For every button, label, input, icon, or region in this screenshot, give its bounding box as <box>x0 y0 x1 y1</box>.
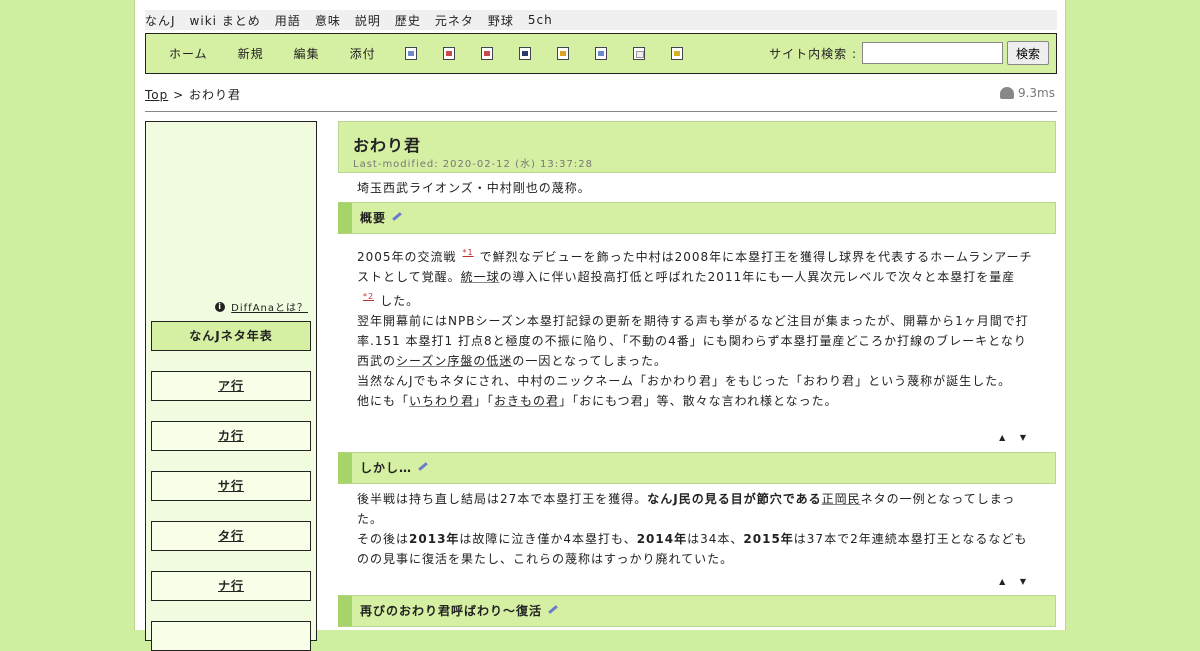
sidebar-item-label: カ行 <box>217 429 244 443</box>
sidebar-item-nenpyo[interactable]: なんJネタ年表 <box>151 321 311 351</box>
sidebar-item-label: ナ行 <box>217 579 244 593</box>
topnav-link-yakyu[interactable]: 野球 <box>488 12 514 29</box>
freeze-icon[interactable] <box>556 47 569 60</box>
text: 」「おにもつ君」等、散々な言われ様となった。 <box>559 394 838 408</box>
delete-icon[interactable] <box>480 47 493 60</box>
seiko-min-link[interactable]: 正岡民 <box>822 492 861 506</box>
section-heading-label: 概要 <box>360 211 387 225</box>
divider <box>145 111 1057 112</box>
top-nav: なんJ wiki まとめ 用語 意味 説明 歴史 元ネタ 野球 5ch <box>145 10 1057 30</box>
sidebar-item-label: ア行 <box>217 379 244 393</box>
diffana-link[interactable]: i DiffAnaとは？ <box>215 299 308 314</box>
ichiwari-link[interactable]: いちわり君 <box>409 394 474 408</box>
overview-paragraph: 2005年の交流戦 *1 で鮮烈なデビューを飾った中村は2008年に本塁打王を獲得し… <box>357 243 1037 411</box>
intro-text: 埼玉西武ライオンズ・中村剛也の蔑称。 <box>357 181 591 195</box>
new-page-icon[interactable] <box>404 47 417 60</box>
toolbar: ホーム 新規 編集 添付 サイト内検索 : 検索 <box>145 33 1057 74</box>
breadcrumb-separator: > <box>173 88 185 102</box>
topnav-link-nanj[interactable]: なんJ <box>145 12 176 29</box>
page-container: なんJ wiki まとめ 用語 意味 説明 歴史 元ネタ 野球 5ch ホーム … <box>134 0 1066 651</box>
section-heading-overview: 概要 <box>338 202 1056 234</box>
section-heading-label: しかし… <box>360 461 413 475</box>
text: した。 <box>380 294 420 308</box>
text: 当然なんJでもネタにされ、中村のニックネーム「おかわり君」をもじった「おわり君」… <box>357 374 1012 388</box>
topnav-link-setsumei[interactable]: 説明 <box>355 12 381 29</box>
search-label: サイト内検索 : <box>769 46 857 61</box>
bold-text: なんJ民の見る目が節穴である <box>647 492 822 506</box>
help-icon[interactable] <box>670 47 683 60</box>
text: その後は <box>357 532 410 546</box>
topnav-link-imi[interactable]: 意味 <box>315 12 341 29</box>
copy-icon[interactable] <box>594 47 607 60</box>
topnav-link-5ch[interactable]: 5ch <box>528 13 553 27</box>
home-link[interactable]: ホーム <box>169 45 208 62</box>
toitsu-kyu-link[interactable]: 統一球 <box>461 270 500 284</box>
breadcrumb: Top > おわり君 <box>145 86 241 103</box>
okimono-link[interactable]: おきもの君 <box>494 394 559 408</box>
sidebar-item-label: タ行 <box>217 529 244 543</box>
edit-pencil-icon[interactable] <box>548 605 558 614</box>
sidebar-item-sa-gyo[interactable]: サ行 <box>151 471 311 501</box>
text: は故障に泣き僅か4本塁打も、 <box>459 532 637 546</box>
sidebar: i DiffAnaとは？ なんJネタ年表 ア行 カ行 サ行 タ行 ナ行 <box>145 121 317 651</box>
timing-value: 9.3ms <box>1017 86 1055 100</box>
text: 後半戦は持ち直し結局は27本で本塁打王を獲得。 <box>357 492 648 506</box>
topnav-link-yougo[interactable]: 用語 <box>275 12 301 29</box>
search-input[interactable] <box>862 42 1003 64</box>
page-title: おわり君 <box>353 136 422 155</box>
site-search: サイト内検索 : 検索 <box>769 41 1049 65</box>
breadcrumb-top-link[interactable]: Top <box>145 88 168 102</box>
title-box: おわり君 Last-modified: 2020-02-12 (水) 13:37… <box>338 121 1056 173</box>
diffana-label: DiffAnaとは？ <box>231 303 308 314</box>
sidebar-item-ka-gyo[interactable]: カ行 <box>151 421 311 451</box>
section-heading-shikashi: しかし… <box>338 452 1056 484</box>
list-icon[interactable] <box>632 47 645 60</box>
season-slump-link[interactable]: シーズン序盤の低迷 <box>396 354 512 368</box>
breadcrumb-current: おわり君 <box>188 88 241 102</box>
sidebar-item-label: サ行 <box>217 479 244 493</box>
info-icon: i <box>215 301 226 312</box>
section-heading-label: 再びのおわり君呼ばわり～復活 <box>360 604 543 618</box>
text: 」「 <box>474 394 495 408</box>
text: 他にも「 <box>357 394 410 408</box>
toolbar-icons <box>404 47 709 60</box>
text: の一因となってしまった。 <box>512 354 667 368</box>
nav-updown[interactable]: ▲ ▼ <box>999 433 1032 442</box>
footnote-link-2[interactable]: *2 <box>363 292 374 301</box>
edit-link[interactable]: 編集 <box>294 45 320 62</box>
gauge-icon <box>999 87 1014 99</box>
bold-text: 2014年 <box>636 532 688 546</box>
text: は34本、 <box>687 532 744 546</box>
render-timing: 9.3ms <box>999 86 1055 100</box>
text: 2005年の交流戦 <box>357 250 457 264</box>
search-button[interactable]: 検索 <box>1007 41 1049 65</box>
edit-pencil-icon[interactable] <box>392 212 402 221</box>
shikashi-paragraph: 後半戦は持ち直し結局は27本で本塁打王を獲得。なんJ民の見る目が節穴である正岡民… <box>357 489 1037 569</box>
sidebar-item-a-gyo[interactable]: ア行 <box>151 371 311 401</box>
rename-icon[interactable] <box>442 47 455 60</box>
bold-text: 2015年 <box>743 532 794 546</box>
attach-link[interactable]: 添付 <box>350 45 376 62</box>
sidebar-item-na-gyo[interactable]: ナ行 <box>151 571 311 601</box>
text: の導入に伴い超投高打低と呼ばれた2011年にも一人異次元レベルで次々と本塁打を量… <box>499 270 1016 284</box>
sidebar-item-next[interactable] <box>151 621 311 651</box>
bold-text: 2013年 <box>409 532 460 546</box>
nav-updown[interactable]: ▲ ▼ <box>999 577 1032 586</box>
sidebar-item-label: なんJネタ年表 <box>189 329 273 343</box>
sidebar-item-ta-gyo[interactable]: タ行 <box>151 521 311 551</box>
footnote-link-1[interactable]: *1 <box>463 248 474 257</box>
new-link[interactable]: 新規 <box>238 45 264 62</box>
topnav-link-wiki[interactable]: wiki まとめ <box>190 12 261 29</box>
topnav-link-motoneta[interactable]: 元ネタ <box>435 12 474 29</box>
section-heading-fukkatsu: 再びのおわり君呼ばわり～復活 <box>338 595 1056 627</box>
topnav-link-rekishi[interactable]: 歴史 <box>395 12 421 29</box>
save-icon[interactable] <box>518 47 531 60</box>
edit-pencil-icon[interactable] <box>418 462 428 471</box>
last-modified: Last-modified: 2020-02-12 (水) 13:37:28 <box>353 159 593 170</box>
